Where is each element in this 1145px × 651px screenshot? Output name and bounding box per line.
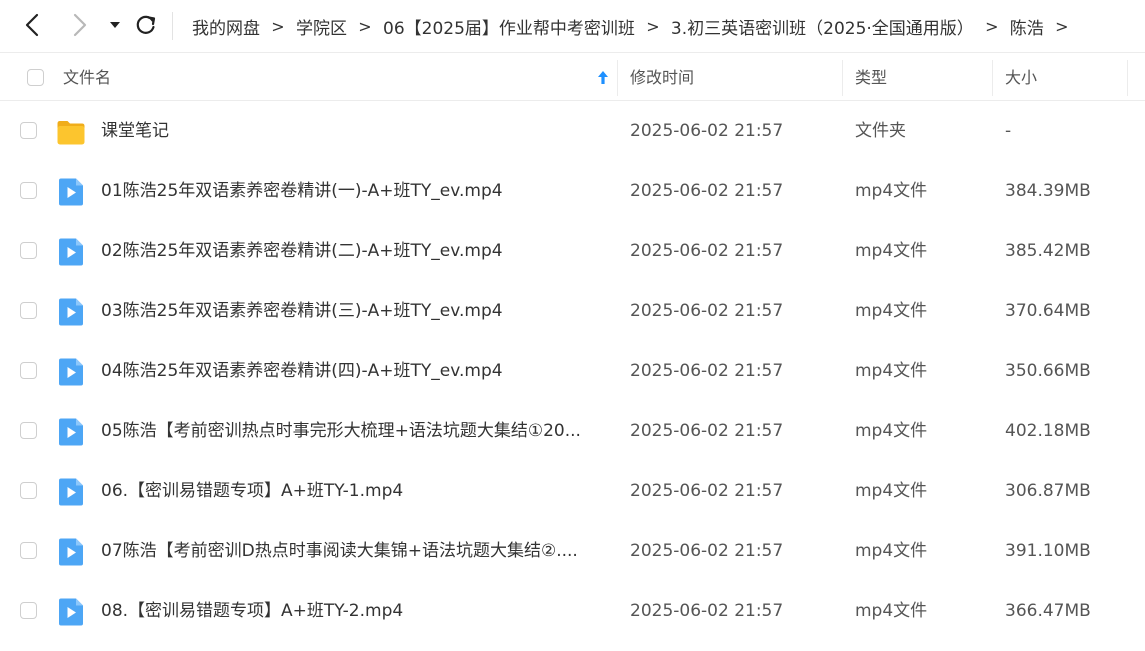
file-name[interactable]: 07陈浩【考前密训D热点时事阅读大集锦+语法坑题大集结②....: [101, 521, 609, 581]
breadcrumb-separator[interactable]: >: [974, 17, 1010, 36]
video-file-icon: [59, 418, 83, 446]
file-type: mp4文件: [855, 301, 928, 321]
row-checkbox[interactable]: [20, 422, 37, 439]
chevron-left-icon: [25, 13, 39, 37]
row-checkbox[interactable]: [20, 302, 37, 319]
file-list-header: 文件名 修改时间 类型 大小: [0, 55, 1145, 101]
file-modified: 2025-06-02 21:57: [630, 301, 784, 321]
file-size: 384.39MB: [1005, 181, 1091, 201]
file-name[interactable]: 05陈浩【考前密训热点时事完形大梳理+语法坑题大集结①20...: [101, 401, 609, 461]
row-checkbox[interactable]: [20, 602, 37, 619]
breadcrumb-separator[interactable]: >: [347, 17, 383, 36]
column-divider[interactable]: [1127, 60, 1128, 96]
file-type: mp4文件: [855, 601, 928, 621]
column-divider[interactable]: [617, 60, 618, 96]
file-name[interactable]: 04陈浩25年双语素养密卷精讲(四)-A+班TY_ev.mp4: [101, 341, 609, 401]
navigation-toolbar: 我的网盘 > 学院区 > 06【2025届】作业帮中考密训班 > 3.初三英语密…: [0, 0, 1145, 53]
file-row[interactable]: 05陈浩【考前密训热点时事完形大梳理+语法坑题大集结①20... 2025-06…: [0, 401, 1145, 461]
file-modified: 2025-06-02 21:57: [630, 361, 784, 381]
file-size: 391.10MB: [1005, 541, 1091, 561]
file-modified: 2025-06-02 21:57: [630, 541, 784, 561]
row-checkbox[interactable]: [20, 362, 37, 379]
column-divider[interactable]: [842, 60, 843, 96]
file-modified: 2025-06-02 21:57: [630, 181, 784, 201]
video-file-icon: [59, 238, 83, 266]
column-header-size[interactable]: 大小: [1005, 55, 1037, 100]
file-size: -: [1005, 121, 1012, 141]
chevron-right-icon: [73, 13, 87, 37]
video-file-icon: [59, 358, 83, 386]
file-type: 文件夹: [855, 121, 906, 141]
file-row[interactable]: 08.【密训易错题专项】A+班TY-2.mp4 2025-06-02 21:57…: [0, 581, 1145, 641]
column-header-name[interactable]: 文件名: [63, 55, 111, 100]
file-row[interactable]: 02陈浩25年双语素养密卷精讲(二)-A+班TY_ev.mp4 2025-06-…: [0, 221, 1145, 281]
column-header-type[interactable]: 类型: [855, 55, 887, 100]
select-all-checkbox[interactable]: [27, 69, 44, 86]
breadcrumb-item-english-class[interactable]: 3.初三英语密训班（2025·全国通用版）: [671, 14, 974, 39]
file-modified: 2025-06-02 21:57: [630, 241, 784, 261]
file-size: 370.64MB: [1005, 301, 1091, 321]
column-header-modified[interactable]: 修改时间: [630, 55, 694, 100]
file-row[interactable]: 03陈浩25年双语素养密卷精讲(三)-A+班TY_ev.mp4 2025-06-…: [0, 281, 1145, 341]
file-row[interactable]: 课堂笔记 2025-06-02 21:57 文件夹 -: [0, 101, 1145, 161]
row-checkbox[interactable]: [20, 182, 37, 199]
file-type: mp4文件: [855, 241, 928, 261]
breadcrumb-separator[interactable]: >: [260, 17, 296, 36]
file-type: mp4文件: [855, 421, 928, 441]
file-type: mp4文件: [855, 481, 928, 501]
file-name[interactable]: 01陈浩25年双语素养密卷精讲(一)-A+班TY_ev.mp4: [101, 161, 609, 221]
file-name[interactable]: 06.【密训易错题专项】A+班TY-1.mp4: [101, 461, 609, 521]
video-file-icon: [59, 598, 83, 626]
file-modified: 2025-06-02 21:57: [630, 481, 784, 501]
row-checkbox[interactable]: [20, 482, 37, 499]
file-type: mp4文件: [855, 361, 928, 381]
file-modified: 2025-06-02 21:57: [630, 121, 784, 141]
breadcrumb: 我的网盘 > 学院区 > 06【2025届】作业帮中考密训班 > 3.初三英语密…: [192, 0, 1145, 53]
file-size: 385.42MB: [1005, 241, 1091, 261]
column-divider[interactable]: [992, 60, 993, 96]
forward-button[interactable]: [64, 10, 94, 40]
file-name[interactable]: 08.【密训易错题专项】A+班TY-2.mp4: [101, 581, 609, 641]
file-size: 366.47MB: [1005, 601, 1091, 621]
refresh-button[interactable]: [131, 10, 161, 40]
row-checkbox[interactable]: [20, 122, 37, 139]
file-size: 306.87MB: [1005, 481, 1091, 501]
sort-ascending-arrow-icon[interactable]: [596, 69, 610, 87]
file-name[interactable]: 02陈浩25年双语素养密卷精讲(二)-A+班TY_ev.mp4: [101, 221, 609, 281]
breadcrumb-item-academy[interactable]: 学院区: [296, 14, 347, 39]
file-name[interactable]: 03陈浩25年双语素养密卷精讲(三)-A+班TY_ev.mp4: [101, 281, 609, 341]
file-row[interactable]: 01陈浩25年双语素养密卷精讲(一)-A+班TY_ev.mp4 2025-06-…: [0, 161, 1145, 221]
file-size: 350.66MB: [1005, 361, 1091, 381]
video-file-icon: [59, 298, 83, 326]
caret-down-icon: [110, 22, 120, 28]
breadcrumb-item-course[interactable]: 06【2025届】作业帮中考密训班: [383, 14, 635, 39]
file-modified: 2025-06-02 21:57: [630, 421, 784, 441]
history-dropdown-button[interactable]: [101, 10, 131, 40]
breadcrumb-item-current-folder[interactable]: 陈浩: [1010, 14, 1044, 39]
file-type: mp4文件: [855, 541, 928, 561]
row-checkbox[interactable]: [20, 542, 37, 559]
video-file-icon: [59, 178, 83, 206]
video-file-icon: [59, 538, 83, 566]
file-row[interactable]: 07陈浩【考前密训D热点时事阅读大集锦+语法坑题大集结②.... 2025-06…: [0, 521, 1145, 581]
file-row[interactable]: 06.【密训易错题专项】A+班TY-1.mp4 2025-06-02 21:57…: [0, 461, 1145, 521]
row-checkbox[interactable]: [20, 242, 37, 259]
back-button[interactable]: [18, 10, 48, 40]
breadcrumb-separator[interactable]: >: [635, 17, 671, 36]
file-type: mp4文件: [855, 181, 928, 201]
file-name[interactable]: 课堂笔记: [101, 101, 609, 161]
file-modified: 2025-06-02 21:57: [630, 601, 784, 621]
refresh-icon: [136, 15, 156, 34]
breadcrumb-item-my-drive[interactable]: 我的网盘: [192, 14, 260, 39]
file-row[interactable]: 04陈浩25年双语素养密卷精讲(四)-A+班TY_ev.mp4 2025-06-…: [0, 341, 1145, 401]
file-size: 402.18MB: [1005, 421, 1091, 441]
breadcrumb-separator[interactable]: >: [1044, 17, 1080, 36]
folder-icon: [57, 121, 85, 145]
video-file-icon: [59, 478, 83, 506]
toolbar-divider: [172, 12, 173, 40]
